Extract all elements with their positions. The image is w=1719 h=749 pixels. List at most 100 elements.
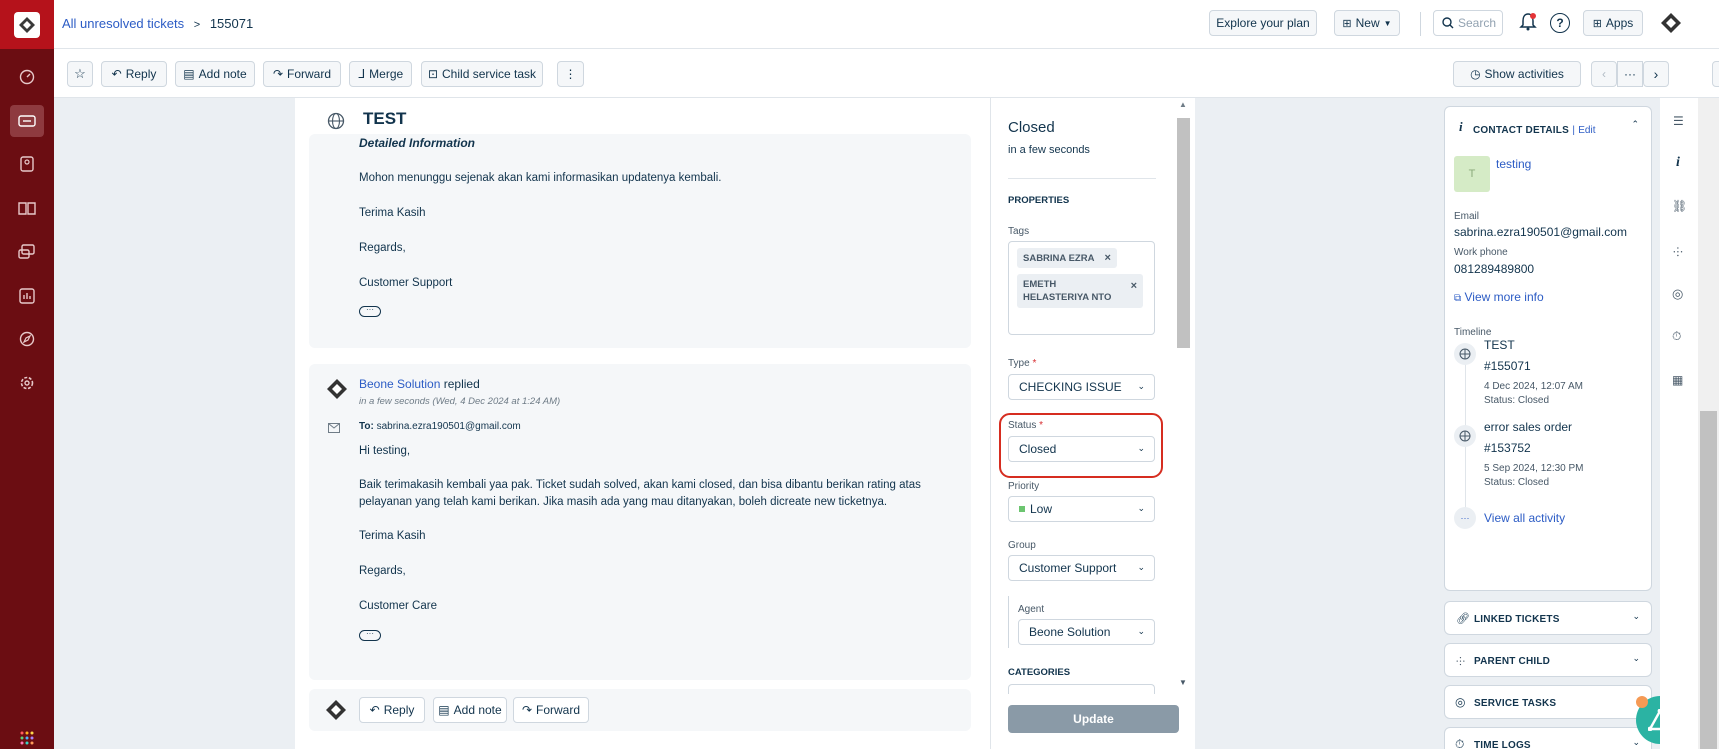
reply-author[interactable]: Beone Solution bbox=[359, 377, 440, 391]
tag-remove-icon[interactable]: × bbox=[1131, 280, 1137, 293]
service-tasks-icon[interactable]: ◎ bbox=[1672, 286, 1683, 302]
bottom-forward-button[interactable]: ↷ Forward bbox=[513, 697, 589, 723]
more-actions-button[interactable]: ⋮ bbox=[557, 61, 584, 87]
group-value: Customer Support bbox=[1019, 561, 1117, 575]
tag-remove-icon[interactable]: × bbox=[1104, 252, 1110, 264]
categories-field[interactable] bbox=[1008, 684, 1155, 694]
toggle-sidebar-button[interactable]: ◨ bbox=[1712, 61, 1719, 87]
type-select[interactable]: CHECKING ISSUE ⌄ bbox=[1008, 374, 1155, 400]
scroll-down-icon[interactable]: ▼ bbox=[1179, 678, 1187, 687]
settings-icon[interactable] bbox=[10, 367, 44, 399]
explore-plan-button[interactable]: Explore your plan bbox=[1209, 10, 1317, 36]
service-tasks-section[interactable]: ◎ SERVICE TASKS bbox=[1444, 685, 1652, 719]
help-icon[interactable]: ? bbox=[1550, 13, 1570, 33]
chevron-down-icon: ⌄ bbox=[1632, 737, 1640, 747]
linked-tickets-icon[interactable]: ⛓︎ bbox=[1672, 199, 1687, 213]
plus-square-icon: ⊞ bbox=[1342, 17, 1352, 30]
timeline-id[interactable]: #153752 bbox=[1484, 441, 1531, 455]
chevron-down-icon: ⌄ bbox=[1632, 611, 1640, 621]
timer-icon: ⏱︎ bbox=[1455, 737, 1465, 749]
page-scrollbar[interactable] bbox=[1698, 98, 1719, 749]
previous-ticket-button[interactable]: ‹ bbox=[1591, 61, 1617, 87]
account-avatar[interactable] bbox=[1659, 11, 1683, 38]
tags-field[interactable]: SABRINA EZRA × EMETH HELASTERIYA NTO × bbox=[1008, 241, 1155, 335]
scroll-up-icon[interactable]: ▲ bbox=[1179, 100, 1187, 109]
reply-icon: ↶ bbox=[369, 703, 380, 717]
collapse-icon[interactable]: ⌃ bbox=[1631, 119, 1639, 130]
timeline-title[interactable]: TEST bbox=[1484, 338, 1515, 352]
merge-button[interactable]: ᒧ Merge bbox=[349, 61, 412, 87]
agent-select[interactable]: Beone Solution ⌄ bbox=[1018, 619, 1155, 645]
bottom-add-note-button[interactable]: ▤ Add note bbox=[433, 697, 507, 723]
app-launcher-icon[interactable] bbox=[10, 722, 44, 749]
contact-email: sabrina.ezra190501@gmail.com bbox=[1454, 225, 1627, 239]
forward-icon: ↷ bbox=[521, 703, 533, 717]
timeline-id[interactable]: #155071 bbox=[1484, 359, 1531, 373]
timeline-date: 4 Dec 2024, 12:07 AM bbox=[1484, 381, 1583, 392]
status-label: Status * bbox=[1008, 420, 1044, 431]
calendar-icon[interactable]: ▦ bbox=[1672, 373, 1683, 387]
expand-quoted-icon[interactable]: ··· bbox=[359, 630, 381, 641]
search-input[interactable]: Search bbox=[1433, 10, 1503, 36]
discover-icon[interactable] bbox=[10, 323, 44, 355]
status-select[interactable]: Closed ⌄ bbox=[1008, 436, 1155, 462]
tag-label: SABRINA EZRA bbox=[1023, 253, 1095, 264]
expand-quoted-icon[interactable]: ··· bbox=[359, 306, 381, 317]
time-logs-section[interactable]: ⏱︎ TIME LOGS ⌄ bbox=[1444, 727, 1652, 749]
hierarchy-icon: ⸭ bbox=[1456, 656, 1466, 668]
contact-name[interactable]: testing bbox=[1496, 157, 1531, 171]
agent-label: Agent bbox=[1018, 604, 1045, 615]
add-note-button[interactable]: ▤ Add note bbox=[175, 61, 255, 87]
properties-sliders-icon[interactable]: ☰ bbox=[1673, 114, 1684, 128]
timeline-title[interactable]: error sales order bbox=[1484, 420, 1572, 434]
reply-button[interactable]: ↶ Reply bbox=[101, 61, 167, 87]
time-logs-icon[interactable]: ⏱︎ bbox=[1672, 329, 1681, 344]
priority-select[interactable]: Low ⌄ bbox=[1008, 496, 1155, 522]
apps-button[interactable]: ⊞ Apps bbox=[1583, 10, 1643, 36]
star-button[interactable]: ☆ bbox=[67, 61, 93, 87]
linked-tickets-title: LINKED TICKETS bbox=[1474, 614, 1560, 625]
update-button[interactable]: Update bbox=[1008, 705, 1179, 733]
contacts-icon[interactable] bbox=[10, 148, 44, 180]
view-all-activity-link[interactable]: View all activity bbox=[1484, 511, 1565, 525]
reply-message-card: Beone Solution replied in a few seconds … bbox=[309, 364, 971, 680]
child-service-task-button[interactable]: ⊡ Child service task bbox=[421, 61, 543, 87]
knowledge-base-icon[interactable] bbox=[10, 192, 44, 224]
chevron-down-icon: ⌄ bbox=[1137, 626, 1145, 636]
pager-more-button[interactable]: ··· bbox=[1617, 61, 1643, 87]
properties-scrollbar[interactable]: ▲ ▼ bbox=[1174, 98, 1192, 694]
chat-notification-dot bbox=[1636, 696, 1648, 708]
timeline-date: 5 Sep 2024, 12:30 PM bbox=[1484, 463, 1584, 474]
chevron-left-icon: ‹ bbox=[1602, 67, 1606, 81]
show-activities-label: Show activities bbox=[1484, 67, 1564, 81]
linked-tickets-section[interactable]: 🔗︎ LINKED TICKETS ⌄ bbox=[1444, 601, 1652, 635]
parent-child-icon[interactable]: ⸭ bbox=[1673, 243, 1683, 260]
categories-heading: CATEGORIES bbox=[1008, 667, 1071, 678]
parent-child-section[interactable]: ⸭ PARENT CHILD ⌄ bbox=[1444, 643, 1652, 677]
group-select[interactable]: Customer Support ⌄ bbox=[1008, 555, 1155, 581]
envelope-icon bbox=[328, 422, 340, 436]
contact-edit-link[interactable]: Edit bbox=[1578, 125, 1595, 136]
breadcrumb-all-unresolved[interactable]: All unresolved tickets bbox=[62, 16, 184, 31]
assets-icon[interactable] bbox=[10, 236, 44, 268]
forward-button[interactable]: ↷ Forward bbox=[263, 61, 341, 87]
dashboard-icon[interactable] bbox=[10, 61, 44, 93]
show-activities-button[interactable]: ◷ Show activities bbox=[1453, 61, 1581, 87]
contact-details-card: i CONTACT DETAILS | Edit ⌃ T testing Ema… bbox=[1444, 106, 1652, 591]
page-scroll-thumb[interactable] bbox=[1700, 411, 1717, 749]
apps-label: Apps bbox=[1605, 16, 1634, 30]
bottom-reply-button[interactable]: ↶ Reply bbox=[359, 697, 425, 723]
message-line: Mohon menunggu sejenak akan kami informa… bbox=[359, 172, 722, 184]
brand-logo[interactable] bbox=[0, 0, 54, 49]
chevron-down-icon: ⌄ bbox=[1137, 381, 1145, 391]
contact-info-icon[interactable]: i bbox=[1676, 155, 1680, 171]
reports-icon[interactable] bbox=[10, 280, 44, 312]
new-button[interactable]: ⊞ New ▼ bbox=[1334, 10, 1400, 36]
scroll-thumb[interactable] bbox=[1177, 118, 1190, 348]
next-ticket-button[interactable]: › bbox=[1643, 61, 1669, 87]
properties-panel: Closed in a few seconds PROPERTIES Tags … bbox=[990, 98, 1195, 749]
view-more-info-link[interactable]: ⧉ View more info bbox=[1454, 290, 1544, 304]
tickets-icon[interactable] bbox=[10, 105, 44, 137]
notifications-bell-icon[interactable] bbox=[1519, 12, 1537, 35]
timeline-globe-icon bbox=[1454, 425, 1476, 447]
